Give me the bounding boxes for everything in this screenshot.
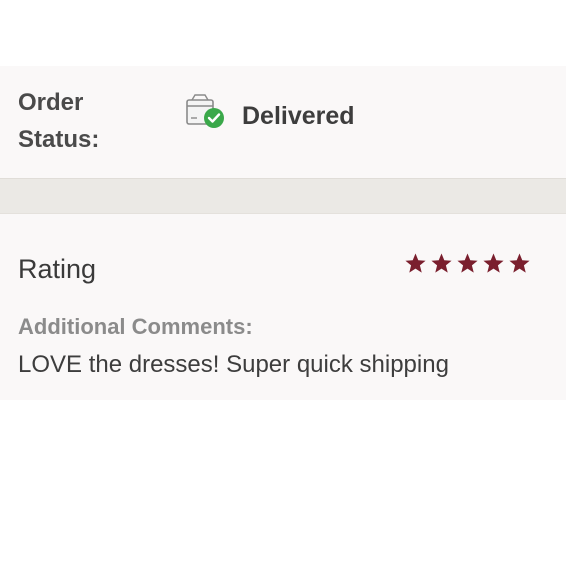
order-status-value: Delivered	[242, 102, 355, 130]
star-icon	[457, 253, 478, 273]
star-icon	[405, 253, 426, 273]
order-status-label: Order Status:	[18, 84, 138, 158]
order-status-label-line2: Status:	[18, 126, 100, 153]
star-icon	[509, 253, 530, 273]
star-rating	[404, 252, 531, 278]
star-icon	[431, 253, 452, 273]
order-status-card: Order Status: Delivered	[0, 66, 566, 178]
section-divider	[0, 178, 566, 214]
rating-label: Rating	[18, 254, 97, 284]
order-status-label-line1: Order	[18, 89, 84, 116]
review-card: Rating Additional Comments: LOVE the dre…	[0, 214, 566, 400]
star-icon	[483, 253, 504, 273]
additional-comments-text: LOVE the dresses! Super quick shipping	[18, 351, 449, 378]
delivered-package-icon	[184, 94, 228, 134]
additional-comments-label: Additional Comments:	[18, 314, 253, 339]
